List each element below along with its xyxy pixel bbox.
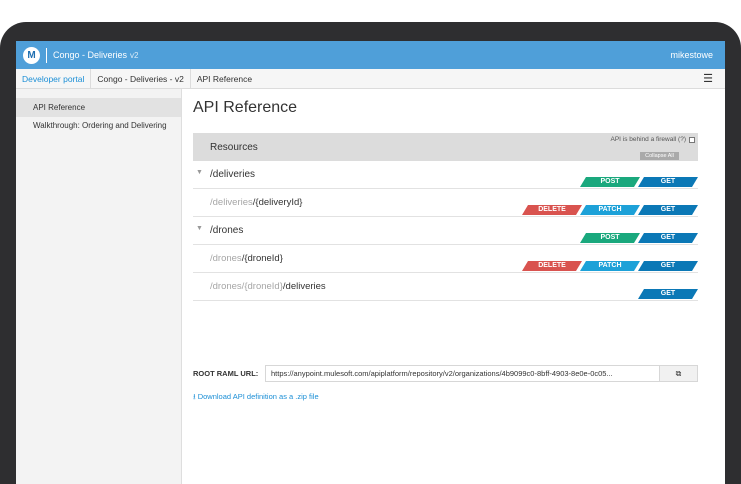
resource-row[interactable]: ▼ /drones POST GET [193, 217, 698, 245]
method-delete-button[interactable]: DELETE [522, 205, 582, 215]
resource-path[interactable]: /deliveries [210, 169, 255, 180]
resource-row[interactable]: ▼ /deliveries POST GET [193, 161, 698, 189]
raml-url-field[interactable]: https://anypoint.mulesoft.com/apiplatfor… [265, 365, 660, 382]
app-version: v2 [130, 50, 139, 60]
method-get-button[interactable]: GET [638, 205, 698, 215]
resource-path-segment: /drones [210, 225, 244, 236]
method-delete-button[interactable]: DELETE [522, 261, 582, 271]
resources-header: Resources API is behind a firewall (?) C… [193, 133, 698, 161]
resource-path[interactable]: /drones [210, 225, 243, 236]
method-buttons: GET [640, 289, 698, 299]
resource-path[interactable]: /deliveries/{deliveryId} [210, 197, 302, 208]
resource-path-parent: /drones/{droneId} [210, 281, 283, 292]
method-get-button[interactable]: GET [638, 177, 698, 187]
method-post-button[interactable]: POST [580, 233, 640, 243]
method-buttons: DELETE PATCH GET [524, 205, 698, 215]
firewall-toggle[interactable]: API is behind a firewall (?) [610, 136, 695, 143]
raml-label: ROOT RAML URL: [193, 369, 259, 378]
top-bar: M Congo - Deliveries v2 mikestowe [16, 41, 725, 69]
main-content: API Reference Resources API is behind a … [193, 89, 698, 484]
mulesoft-logo-icon[interactable]: M [23, 46, 40, 64]
download-label: Download API definition as a .zip file [197, 392, 319, 401]
method-get-button[interactable]: GET [638, 233, 698, 243]
logo-separator [46, 47, 47, 63]
method-buttons: POST GET [582, 233, 698, 243]
method-patch-button[interactable]: PATCH [580, 205, 640, 215]
resource-path-segment: /deliveries [282, 281, 326, 292]
collapse-all-button[interactable]: Collapse All [640, 152, 679, 160]
method-buttons: DELETE PATCH GET [524, 261, 698, 271]
resource-path-parent: /drones [210, 253, 242, 264]
resource-row[interactable]: /drones/{droneId}/deliveries GET [193, 273, 698, 301]
resource-list: ▼/deliveries POST GET/deliveries/{delivery… [193, 161, 698, 301]
method-get-button[interactable]: GET [638, 261, 698, 271]
clipboard-icon: ⧉ [675, 369, 682, 378]
firewall-label: API is behind a firewall (?) [610, 136, 686, 143]
breadcrumb-developer-portal[interactable]: Developer portal [16, 68, 92, 89]
method-get-button[interactable]: GET [638, 289, 698, 299]
resource-row[interactable]: /drones/{droneId} DELETE PATCH GET [193, 245, 698, 273]
copy-button[interactable]: ⧉ [660, 365, 698, 382]
download-link[interactable]: ⭳ Download API definition as a .zip file [193, 391, 319, 404]
firewall-checkbox[interactable] [689, 136, 695, 143]
resource-path[interactable]: /drones/{droneId}/deliveries [210, 281, 326, 292]
screen: M Congo - Deliveries v2 mikestowe Develo… [16, 41, 725, 484]
download-icon: ⭳ [193, 392, 196, 401]
resource-path-segment: /{deliveryId} [252, 197, 303, 208]
hamburger-icon[interactable]: ☰ [703, 72, 713, 85]
breadcrumb-api[interactable]: Congo - Deliveries - v2 [91, 68, 191, 89]
resource-row[interactable]: /deliveries/{deliveryId} DELETE PATCH GET [193, 189, 698, 217]
method-buttons: POST GET [582, 177, 698, 187]
resource-path[interactable]: /drones/{droneId} [210, 253, 283, 264]
user-menu[interactable]: mikestowe [670, 50, 713, 60]
page-title: API Reference [193, 99, 298, 116]
root-raml-url: ROOT RAML URL: https://anypoint.mulesoft… [193, 365, 698, 382]
breadcrumb: Developer portal Congo - Deliveries - v2… [16, 68, 725, 89]
sidebar: API Reference Walkthrough: Ordering and … [16, 89, 182, 484]
sidebar-item-api-reference[interactable]: API Reference [16, 98, 181, 117]
app-title: Congo - Deliveries [53, 50, 128, 60]
method-post-button[interactable]: POST [580, 177, 640, 187]
resources-title: Resources [210, 142, 258, 153]
breadcrumb-current: API Reference [196, 73, 253, 84]
method-patch-button[interactable]: PATCH [580, 261, 640, 271]
resource-path-segment: /deliveries [210, 169, 256, 180]
expand-caret-icon[interactable]: ▼ [196, 225, 203, 232]
resource-path-parent: /deliveries [210, 197, 253, 208]
expand-caret-icon[interactable]: ▼ [196, 169, 203, 176]
resource-path-segment: /{droneId} [241, 253, 283, 264]
sidebar-item-walkthrough[interactable]: Walkthrough: Ordering and Delivering [16, 117, 181, 134]
